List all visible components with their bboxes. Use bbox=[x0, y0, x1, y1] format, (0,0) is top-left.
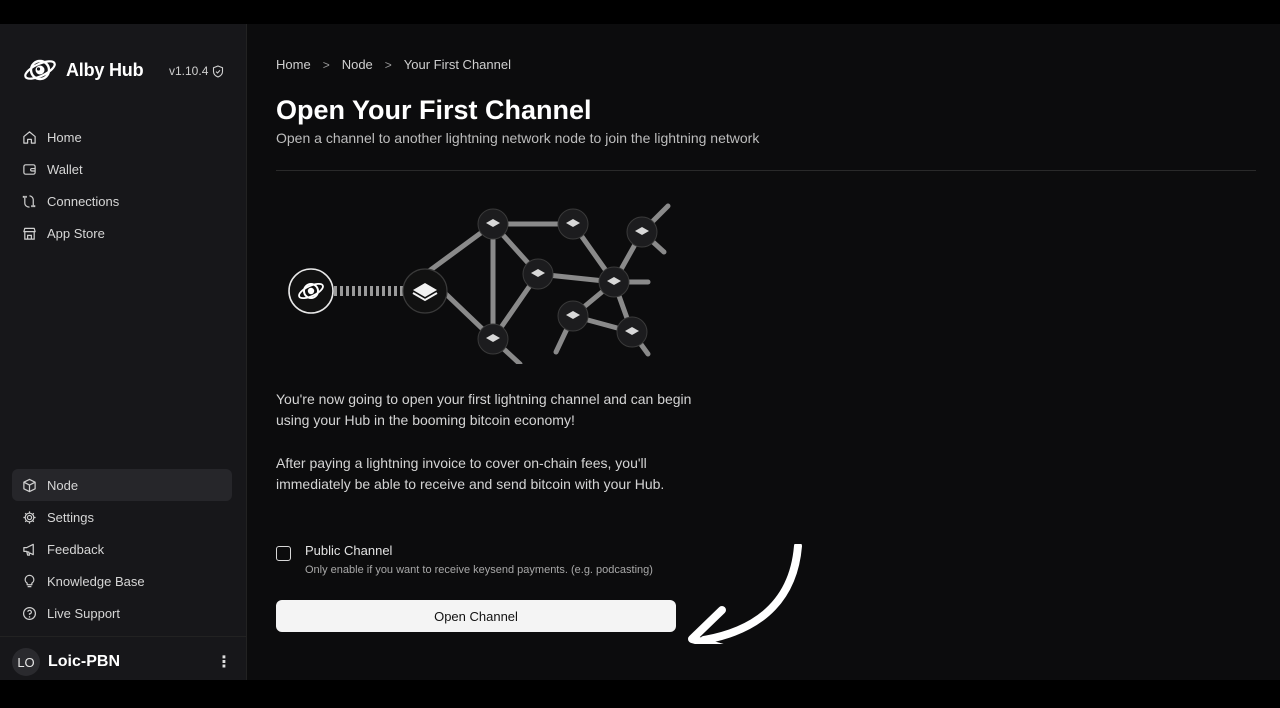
sidebar-item-home[interactable]: Home bbox=[12, 121, 232, 153]
user-divider bbox=[0, 636, 247, 637]
sidebar-item-node[interactable]: Node bbox=[12, 469, 232, 501]
chevron-right-icon: > bbox=[384, 57, 392, 72]
sidebar-item-label: Feedback bbox=[47, 541, 105, 557]
secondary-nav: Node Settings Feedback Knowledge Base Li… bbox=[12, 469, 232, 629]
breadcrumb-node[interactable]: Node bbox=[342, 57, 373, 72]
primary-nav: Home Wallet Connections App Store bbox=[12, 121, 232, 249]
page-subtitle: Open a channel to another lightning netw… bbox=[276, 130, 760, 146]
connections-icon bbox=[22, 194, 36, 208]
app-name: Alby Hub bbox=[66, 59, 144, 80]
app-window: Alby Hub v1.10.4 Home Wallet Connections bbox=[0, 24, 1280, 680]
sidebar-item-label: Settings bbox=[47, 509, 94, 525]
public-channel-label[interactable]: Public Channel bbox=[305, 543, 653, 558]
lightbulb-icon bbox=[24, 574, 35, 587]
lightning-network-illustration bbox=[288, 203, 671, 364]
public-channel-help: Only enable if you want to receive keyse… bbox=[305, 564, 653, 576]
sidebar-item-label: Connections bbox=[47, 193, 120, 209]
wallet-icon bbox=[23, 163, 36, 175]
alby-logo-icon bbox=[24, 59, 56, 81]
sidebar-item-wallet[interactable]: Wallet bbox=[12, 153, 232, 185]
sidebar-item-label: Knowledge Base bbox=[47, 573, 145, 589]
sidebar-item-label: App Store bbox=[47, 225, 105, 241]
help-circle-icon bbox=[22, 606, 37, 620]
sidebar-item-connections[interactable]: Connections bbox=[12, 185, 232, 217]
sidebar-item-live-support[interactable]: Live Support bbox=[12, 597, 232, 629]
box-icon bbox=[23, 478, 36, 492]
breadcrumb-current: Your First Channel bbox=[403, 57, 511, 72]
sidebar-item-label: Node bbox=[47, 477, 79, 493]
breadcrumb: Home > Node > Your First Channel bbox=[276, 57, 511, 72]
page-title: Open Your First Channel bbox=[276, 95, 592, 125]
open-channel-button[interactable]: Open Channel bbox=[276, 600, 676, 632]
chevron-right-icon: > bbox=[322, 57, 330, 72]
shield-check-icon bbox=[213, 64, 224, 78]
fees-paragraph: After paying a lightning invoice to cove… bbox=[276, 455, 665, 492]
user-menu[interactable]: LO Loic-PBN ⋮ bbox=[12, 648, 234, 676]
sidebar-item-knowledge-base[interactable]: Knowledge Base bbox=[12, 565, 232, 597]
public-channel-option: Public Channel Only enable if you want t… bbox=[276, 543, 653, 576]
sidebar-item-label: Home bbox=[47, 129, 82, 145]
sidebar-item-label: Live Support bbox=[47, 605, 120, 621]
sidebar-item-settings[interactable]: Settings bbox=[12, 501, 232, 533]
intro-paragraph: You're now going to open your first ligh… bbox=[276, 391, 692, 428]
sidebar-item-feedback[interactable]: Feedback bbox=[12, 533, 232, 565]
more-options-icon[interactable]: ⋮ bbox=[214, 652, 234, 672]
store-icon bbox=[23, 227, 36, 240]
header-divider bbox=[276, 170, 1256, 171]
gear-icon bbox=[23, 510, 36, 524]
sidebar: Alby Hub v1.10.4 Home Wallet Connections bbox=[0, 24, 247, 680]
breadcrumb-home[interactable]: Home bbox=[276, 57, 311, 72]
username: Loic-PBN bbox=[48, 653, 120, 670]
version-label: v1.10.4 bbox=[169, 64, 209, 78]
megaphone-icon bbox=[23, 543, 34, 556]
curved-arrow-icon bbox=[688, 544, 802, 644]
sidebar-item-app-store[interactable]: App Store bbox=[12, 217, 232, 249]
home-icon bbox=[23, 130, 36, 144]
sidebar-item-label: Wallet bbox=[47, 161, 83, 177]
avatar: LO bbox=[12, 648, 40, 676]
version-badge: v1.10.4 bbox=[169, 64, 224, 78]
brand[interactable]: Alby Hub bbox=[22, 52, 144, 88]
public-channel-checkbox[interactable] bbox=[276, 546, 291, 561]
